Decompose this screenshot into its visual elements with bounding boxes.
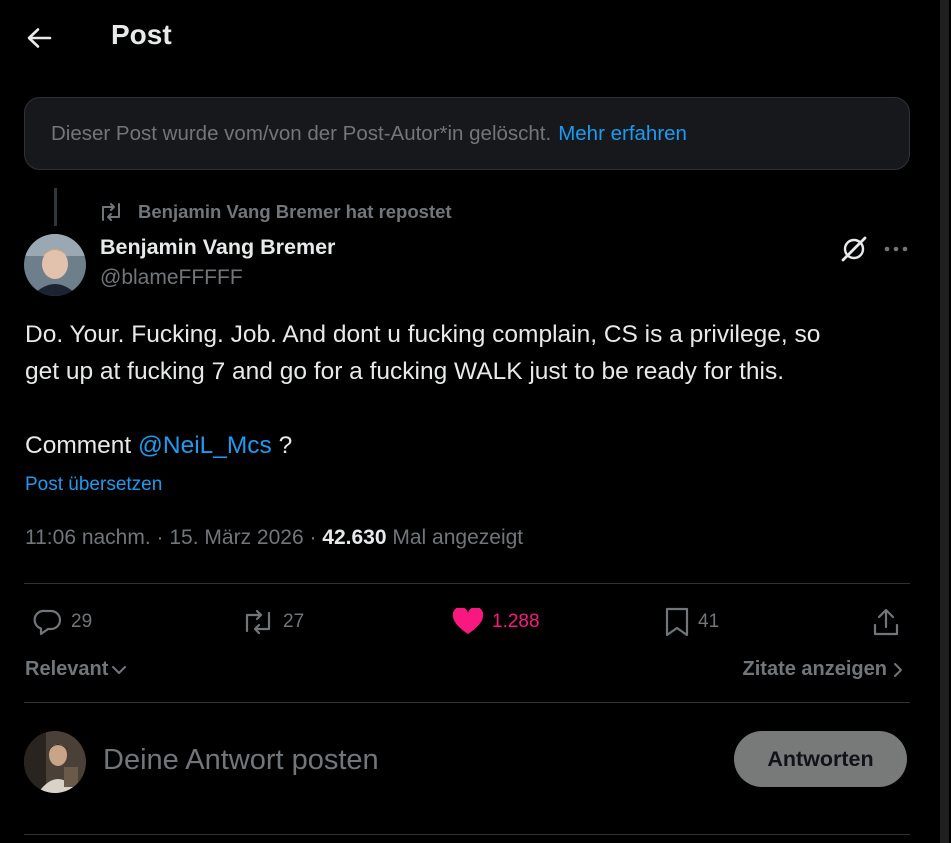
- scrollbar-thumb[interactable]: [940, 0, 949, 843]
- translate-post-link[interactable]: Post übersetzen: [25, 474, 162, 496]
- back-button[interactable]: [18, 18, 60, 58]
- grok-icon: [841, 236, 867, 262]
- scrollbar[interactable]: [937, 0, 951, 843]
- repost-text: Benjamin Vang Bremer hat repostet: [138, 201, 452, 222]
- divider: [24, 702, 910, 703]
- reply-button[interactable]: Antworten: [734, 731, 907, 787]
- chevron-right-icon: [894, 662, 902, 677]
- views-label[interactable]: Mal angezeigt: [392, 526, 523, 549]
- like-action[interactable]: 1.288: [452, 604, 540, 640]
- more-icon: [884, 246, 908, 252]
- page-title: Post: [111, 19, 172, 50]
- reply-action[interactable]: 29: [33, 604, 92, 640]
- chevron-down-icon: [112, 665, 127, 674]
- post-time[interactable]: 11:06 nachm.: [25, 526, 151, 549]
- learn-more-link[interactable]: Mehr erfahren: [558, 122, 687, 146]
- grok-button[interactable]: [838, 233, 870, 265]
- comment-suffix: ?: [271, 432, 293, 459]
- comment-prefix: Comment: [25, 432, 132, 459]
- meta-separator: ·: [303, 526, 323, 549]
- bookmark-count: 41: [698, 611, 720, 632]
- share-icon: [873, 608, 899, 636]
- post-date[interactable]: 15. März 2026: [169, 526, 303, 549]
- repost-action[interactable]: 27: [241, 604, 304, 640]
- post-text-blank: [25, 390, 905, 427]
- bookmark-icon: [665, 607, 689, 637]
- post-text: Do. Your. Fucking. Job. And dont u fucki…: [25, 316, 905, 464]
- reply-count: 29: [71, 611, 93, 632]
- repost-icon: [245, 609, 271, 635]
- divider: [24, 834, 910, 835]
- arrow-left-icon: [27, 28, 52, 48]
- author-handle[interactable]: @blameFFFFF: [100, 266, 243, 290]
- reply-icon: [33, 609, 62, 636]
- like-count: 1.288: [492, 611, 540, 632]
- author-name[interactable]: Benjamin Vang Bremer: [100, 235, 335, 260]
- views-count[interactable]: 42.630: [322, 526, 386, 549]
- author-avatar[interactable]: [24, 234, 86, 296]
- post-text-line-2: get up at fucking 7 and go for a fucking…: [25, 358, 785, 385]
- post-text-line-1: Do. Your. Fucking. Job. And dont u fucki…: [25, 321, 821, 348]
- post-detail-column: Post Dieser Post wurde vom/von der Post-…: [0, 0, 935, 843]
- heart-filled-icon: [452, 608, 484, 634]
- reply-input[interactable]: [103, 736, 703, 784]
- sort-replies-dropdown[interactable]: Relevant: [25, 658, 128, 681]
- more-options-button[interactable]: [880, 233, 912, 265]
- repost-icon: [102, 203, 120, 221]
- deleted-post-notice: Dieser Post wurde vom/von der Post-Autor…: [24, 97, 910, 170]
- repost-count: 27: [283, 611, 305, 632]
- sort-label: Relevant: [25, 658, 109, 680]
- user-avatar[interactable]: [24, 731, 86, 793]
- meta-separator: ·: [150, 526, 170, 549]
- mention-link[interactable]: @NeiL_Mcs: [138, 432, 272, 459]
- share-action[interactable]: [872, 604, 900, 640]
- post-meta: 11:06 nachm. · 15. März 2026 · 42.630 Ma…: [25, 526, 523, 550]
- bookmark-action[interactable]: 41: [664, 604, 719, 640]
- view-quotes-link[interactable]: Zitate anzeigen: [743, 658, 905, 681]
- thread-connector-line: [54, 188, 57, 226]
- quotes-label: Zitate anzeigen: [742, 658, 887, 680]
- deleted-notice-text: Dieser Post wurde vom/von der Post-Autor…: [51, 121, 552, 145]
- divider: [24, 583, 910, 584]
- repost-indicator[interactable]: Benjamin Vang Bremer hat repostet: [98, 201, 452, 223]
- post-comment-line: Comment @NeiL_Mcs ?: [25, 427, 905, 464]
